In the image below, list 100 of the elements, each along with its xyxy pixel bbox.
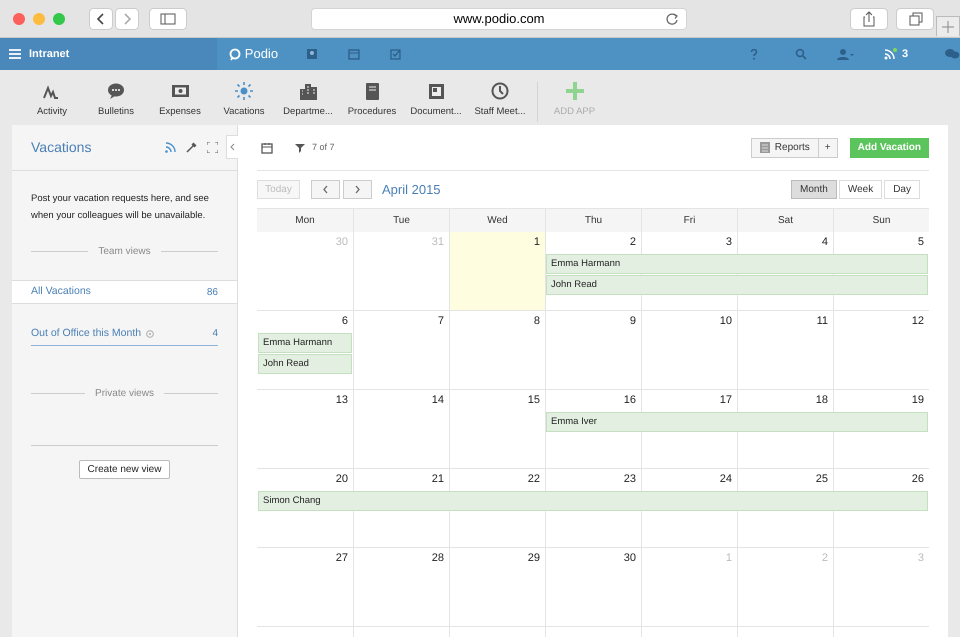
day-number: 20: [336, 474, 348, 487]
calendar-icon[interactable]: [261, 142, 273, 154]
menu-icon[interactable]: [9, 49, 21, 59]
day-number: 1: [534, 237, 540, 250]
logo-icon[interactable]: [228, 48, 241, 60]
day-number: 2: [822, 553, 828, 566]
tabs-icon[interactable]: [896, 8, 934, 30]
vacation-event[interactable]: Emma Harmann: [546, 254, 928, 274]
next-month-icon[interactable]: [343, 180, 372, 199]
day-number: 14: [432, 395, 444, 408]
day-number: 12: [912, 316, 924, 329]
feed-icon[interactable]: [165, 142, 176, 153]
app-tab[interactable]: Activity: [20, 82, 84, 120]
view-item[interactable]: All Vacations 86: [12, 280, 237, 304]
workspace-name[interactable]: Intranet: [29, 46, 70, 62]
search-icon[interactable]: [795, 48, 808, 60]
day-number: 29: [528, 553, 540, 566]
app-tab[interactable]: Expenses: [148, 82, 212, 120]
day-number: 13: [336, 395, 348, 408]
help-icon[interactable]: [750, 48, 758, 60]
day-number: 17: [720, 395, 732, 408]
back-icon[interactable]: [89, 8, 113, 30]
sidebar-description: Post your vacation requests here, and see when your colleagues will be unavailable.: [30, 192, 210, 223]
app-tab[interactable]: Departme...: [276, 82, 340, 120]
collapse-icon[interactable]: [226, 135, 238, 159]
day-number: 28: [432, 553, 444, 566]
view-tab[interactable]: Week: [838, 180, 882, 199]
day-cell[interactable]: 1: [449, 232, 545, 254]
filter-icon[interactable]: [294, 142, 306, 154]
create-view-button[interactable]: Create new view: [78, 460, 170, 479]
day-number: 21: [432, 474, 444, 487]
add-report-button[interactable]: +: [818, 138, 837, 156]
vacation-event[interactable]: Simon Chang: [258, 491, 928, 511]
vacation-event[interactable]: Emma Harmann: [258, 333, 352, 353]
day-number: 22: [528, 474, 540, 487]
day-number: 26: [912, 474, 924, 487]
day-number: 30: [336, 237, 348, 250]
day-number: 8: [534, 316, 540, 329]
reports-button[interactable]: Reports: [752, 138, 818, 156]
day-number: 19: [912, 395, 924, 408]
share-icon[interactable]: [850, 8, 888, 30]
app-tab[interactable]: Document...: [404, 82, 468, 120]
day-number: 24: [720, 474, 732, 487]
view-tab[interactable]: Day: [884, 180, 920, 199]
day-number: 3: [918, 553, 924, 566]
day-number: 4: [822, 237, 828, 250]
day-number: 10: [720, 316, 732, 329]
tasks-icon[interactable]: [390, 48, 402, 60]
day-number: 15: [528, 395, 540, 408]
section-label: Team views: [98, 245, 151, 259]
url-text: www.podio.com: [453, 10, 545, 28]
day-number: 2: [630, 237, 636, 250]
day-number: 5: [918, 237, 924, 250]
buildings-icon[interactable]: [299, 82, 317, 100]
app-tab[interactable]: Staff Meet...: [468, 82, 532, 120]
month-title: April 2015: [382, 180, 441, 199]
vacation-event[interactable]: Emma Iver: [546, 412, 928, 432]
sidebar-toggle-icon[interactable]: [149, 8, 187, 30]
day-number: 9: [630, 316, 636, 329]
previous-month-icon[interactable]: [311, 180, 340, 199]
weekday-header: Mon: [294, 214, 316, 228]
day-number: 11: [816, 316, 828, 329]
view-tab[interactable]: Month: [791, 180, 837, 199]
chat-icon[interactable]: [944, 48, 960, 60]
filter-count: 7 of 7: [312, 140, 335, 154]
window-control[interactable]: [53, 12, 65, 24]
window-control[interactable]: [13, 12, 25, 24]
day-number: 1: [726, 553, 732, 566]
new-tab-icon[interactable]: [936, 14, 960, 36]
day-number: 27: [336, 553, 348, 566]
filter-indicator-icon[interactable]: [146, 330, 154, 338]
day-number: 31: [432, 237, 444, 250]
report-icon[interactable]: [760, 142, 770, 153]
app-tab[interactable]: Vacations: [212, 82, 276, 120]
user-icon[interactable]: [837, 48, 855, 60]
app-tab[interactable]: Bulletins: [84, 82, 148, 120]
section-label: Private views: [95, 387, 154, 401]
day-number: 6: [342, 316, 348, 329]
day-number: 18: [816, 395, 828, 408]
feed-icon[interactable]: [884, 48, 898, 60]
speech-bubble-icon[interactable]: [107, 82, 125, 100]
vacation-event[interactable]: John Read: [258, 354, 352, 374]
day-number: 25: [816, 474, 828, 487]
vacation-event[interactable]: John Read: [546, 275, 928, 295]
book-icon[interactable]: [363, 82, 381, 100]
day-number: 16: [624, 395, 636, 408]
address-bar[interactable]: www.podio.com: [311, 8, 687, 30]
view-item[interactable]: Out of Office this Month 4: [12, 322, 237, 346]
day-number: 3: [726, 237, 732, 250]
contacts-icon[interactable]: [306, 48, 318, 60]
day-number: 7: [438, 316, 444, 329]
expand-icon[interactable]: [207, 142, 218, 153]
document-icon[interactable]: [427, 82, 445, 100]
reload-icon[interactable]: [665, 12, 679, 26]
sun-icon[interactable]: [235, 82, 253, 100]
day-number: 30: [624, 553, 636, 566]
clock-icon[interactable]: [491, 82, 509, 100]
app-tab[interactable]: Procedures: [340, 82, 404, 120]
banknote-icon[interactable]: [171, 82, 189, 100]
wrench-icon[interactable]: [186, 142, 197, 153]
